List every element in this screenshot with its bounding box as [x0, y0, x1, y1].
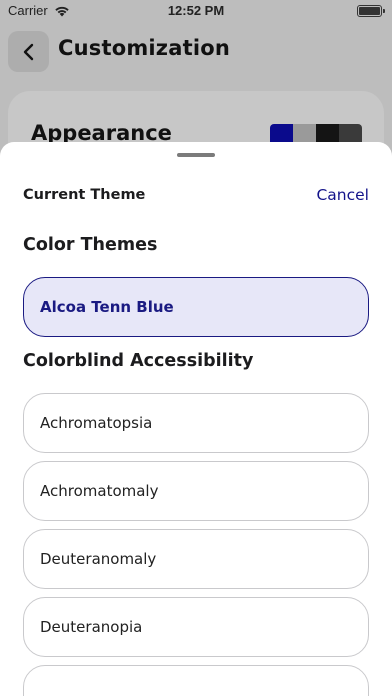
colorblind-option-deuteranomaly[interactable]: Deuteranomaly	[23, 529, 369, 589]
colorblind-option-achromatomaly[interactable]: Achromatomaly	[23, 461, 369, 521]
colorblind-option-label: Deuteranopia	[40, 618, 143, 636]
back-button[interactable]	[8, 31, 49, 72]
status-time: 12:52 PM	[167, 3, 225, 18]
sheet-grabber[interactable]	[177, 153, 215, 157]
colorblind-option-label: Achromatopsia	[40, 414, 153, 432]
chevron-left-icon	[23, 43, 33, 60]
page-title: Customization	[58, 36, 231, 60]
current-theme-label: Current Theme	[23, 187, 146, 203]
theme-option-alcoa-tenn-blue[interactable]: Alcoa Tenn Blue	[23, 277, 369, 337]
colorblind-option-achromatopsia[interactable]: Achromatopsia	[23, 393, 369, 453]
color-themes-heading: Color Themes	[23, 235, 158, 255]
status-bar: Carrier 12:52 PM	[0, 0, 392, 22]
colorblind-option-partial[interactable]	[23, 665, 369, 696]
theme-picker-sheet: Current Theme Cancel Color Themes Alcoa …	[0, 142, 392, 696]
colorblind-heading: Colorblind Accessibility	[23, 351, 254, 371]
colorblind-option-deuteranopia[interactable]: Deuteranopia	[23, 597, 369, 657]
colorblind-option-label: Achromatomaly	[40, 482, 159, 500]
colorblind-option-label: Deuteranomaly	[40, 550, 157, 568]
battery-icon	[357, 5, 385, 17]
theme-option-label: Alcoa Tenn Blue	[40, 298, 174, 316]
cancel-button[interactable]: Cancel	[316, 186, 369, 204]
